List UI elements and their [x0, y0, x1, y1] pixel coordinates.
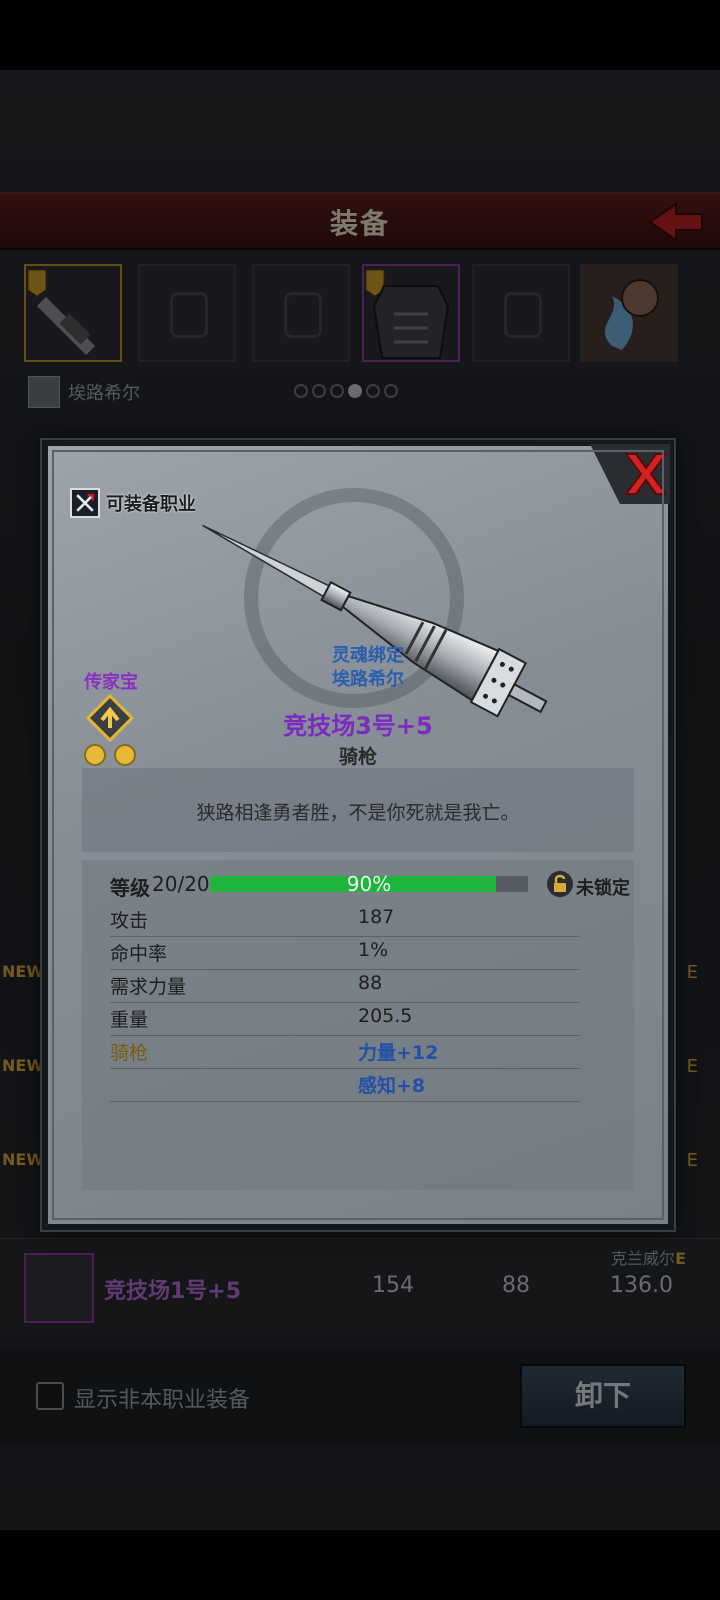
bonus-row: 感知+8 [110, 1069, 580, 1102]
soulbound-text: 灵魂绑定 [332, 645, 404, 666]
bonus-row: 骑枪 力量+12 [110, 1036, 580, 1069]
stat-value: 1% [358, 939, 389, 961]
stat-value: 205.5 [358, 1005, 413, 1027]
bonus-label: 骑枪 [110, 1042, 149, 1064]
lance-icon [202, 524, 548, 718]
stat-row: 重量 205.5 [110, 1003, 580, 1036]
level-label: 等级 [110, 876, 150, 900]
level-progress-text: 90% [346, 872, 392, 896]
stat-row: 命中率 1% [110, 937, 580, 970]
flavor-text: 狭路相逢勇者胜，不是你死就是我亡。 [196, 802, 520, 824]
item-name: 竞技场3号+5 [283, 712, 433, 740]
level-value: 20/20 [152, 872, 210, 896]
bonus-value: 力量+12 [358, 1042, 439, 1064]
item-detail-modal: 可装备职业 传家宝 灵魂绑定 埃路希尔 竞技场3号+5 骑枪 狭路相逢勇者胜，不… [42, 440, 674, 1230]
stat-key: 重量 [110, 1009, 149, 1031]
level-progress-bar: 90% [210, 872, 528, 896]
stat-row: 需求力量 88 [110, 970, 580, 1003]
class-icon [70, 488, 100, 518]
stat-key: 命中率 [110, 943, 168, 965]
lock-label: 未锁定 [576, 878, 630, 899]
flavor-text-box: 狭路相逢勇者胜，不是你死就是我亡。 [82, 768, 634, 852]
heirloom-label: 传家宝 [84, 672, 138, 693]
stat-key: 需求力量 [110, 976, 187, 998]
stat-value: 187 [358, 906, 395, 928]
lock-icon[interactable] [546, 870, 574, 898]
soulbound-owner: 埃路希尔 [332, 669, 404, 690]
close-icon[interactable] [590, 444, 670, 504]
soulbound-label: 灵魂绑定 埃路希尔 [308, 644, 428, 692]
stats-panel: 等级 20/20 90% 未锁定 攻击 187 命中率 1% 需求力量 88 重… [82, 860, 634, 1190]
item-type: 骑枪 [338, 746, 377, 768]
stat-value: 88 [358, 972, 383, 994]
stat-row: 攻击 187 [110, 904, 580, 937]
bonus-value: 感知+8 [358, 1075, 426, 1097]
stat-key: 攻击 [110, 910, 149, 932]
